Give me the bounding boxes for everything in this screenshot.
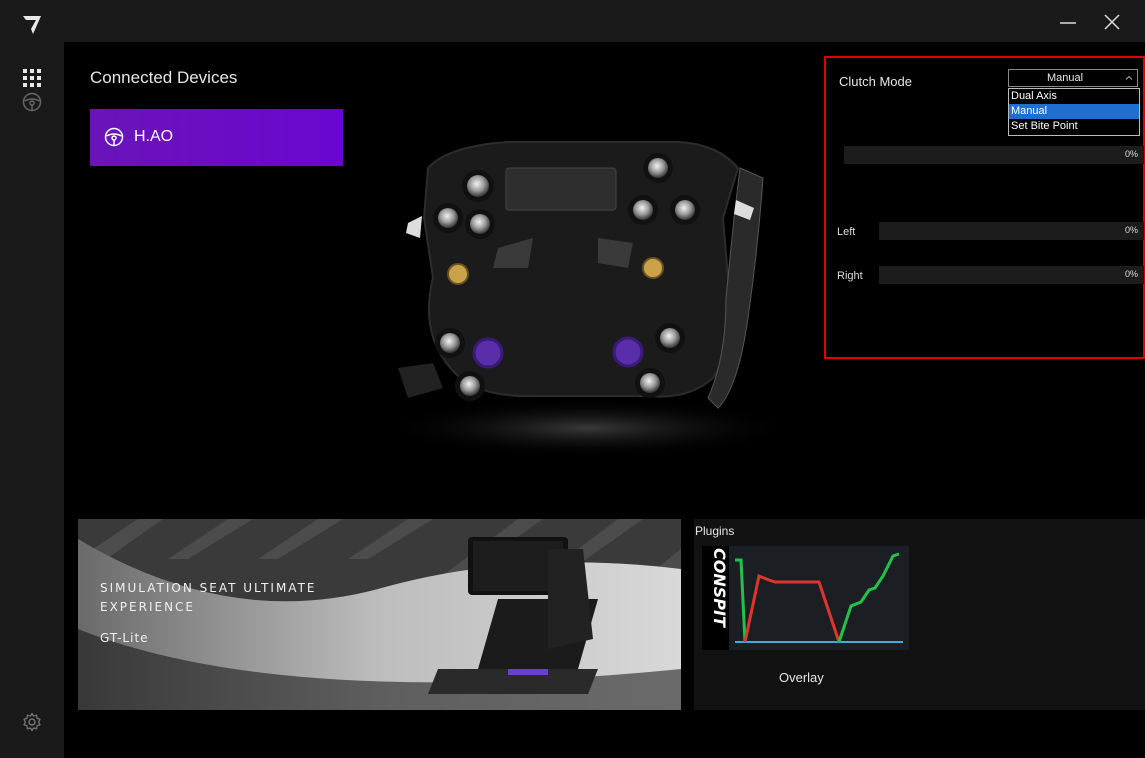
promo-product-name: GT-Lite [100, 631, 149, 645]
clutch-progress-value: 0% [1124, 149, 1138, 159]
gt-lite-promo-banner[interactable]: SIMULATION SEAT ULTIMATE EXPERIENCE GT-L… [78, 519, 681, 710]
gear-icon[interactable] [22, 712, 42, 732]
left-label: Left [837, 226, 856, 238]
plugins-section: Plugins CONSPIT Overlay [694, 519, 1145, 710]
clutch-mode-options-list: Dual Axis Manual Set Bite Point [1008, 88, 1140, 136]
device-card-h-ao[interactable]: H.AO [90, 109, 343, 166]
promo-background [78, 519, 681, 710]
plugins-heading: Plugins [695, 524, 735, 538]
steering-wheel-icon[interactable] [22, 92, 42, 112]
left-progress-value: 0% [1124, 225, 1138, 235]
apps-grid-icon[interactable] [22, 68, 42, 88]
steering-wheel-image [388, 141, 788, 458]
clutch-mode-select[interactable]: Manual [1008, 69, 1138, 87]
conspit-brand-text: CONSPIT [710, 548, 729, 627]
conspit-logo[interactable] [20, 12, 44, 36]
clutch-mode-selected-value: Manual [1047, 72, 1084, 84]
left-progress-bar: 0% [879, 222, 1144, 240]
clutch-mode-label: Clutch Mode [839, 74, 912, 89]
option-set-bite-point[interactable]: Set Bite Point [1009, 119, 1139, 134]
promo-title-line1: SIMULATION SEAT ULTIMATE [100, 581, 317, 595]
device-name: H.AO [134, 128, 174, 145]
right-progress-bar: 0% [879, 266, 1144, 284]
minimize-icon[interactable] [1054, 12, 1082, 32]
chevron-up-icon [1125, 75, 1133, 80]
right-label: Right [837, 270, 863, 282]
left-sidebar [0, 0, 64, 758]
telemetry-graph [735, 552, 903, 643]
steering-wheel-icon [104, 127, 124, 147]
promo-title-line2: EXPERIENCE [100, 600, 196, 614]
connected-devices-heading: Connected Devices [90, 68, 238, 87]
clutch-progress-bar: 0% [844, 146, 1144, 164]
close-icon[interactable] [1100, 10, 1124, 34]
option-dual-axis[interactable]: Dual Axis [1009, 89, 1139, 104]
option-manual[interactable]: Manual [1009, 104, 1139, 119]
title-bar [64, 0, 1145, 42]
right-progress-value: 0% [1124, 269, 1138, 279]
overlay-plugin-tile[interactable]: CONSPIT [702, 546, 909, 650]
overlay-plugin-label: Overlay [779, 670, 824, 685]
clutch-settings-panel: Clutch Mode Manual Dual Axis Manual Set … [824, 56, 1145, 359]
